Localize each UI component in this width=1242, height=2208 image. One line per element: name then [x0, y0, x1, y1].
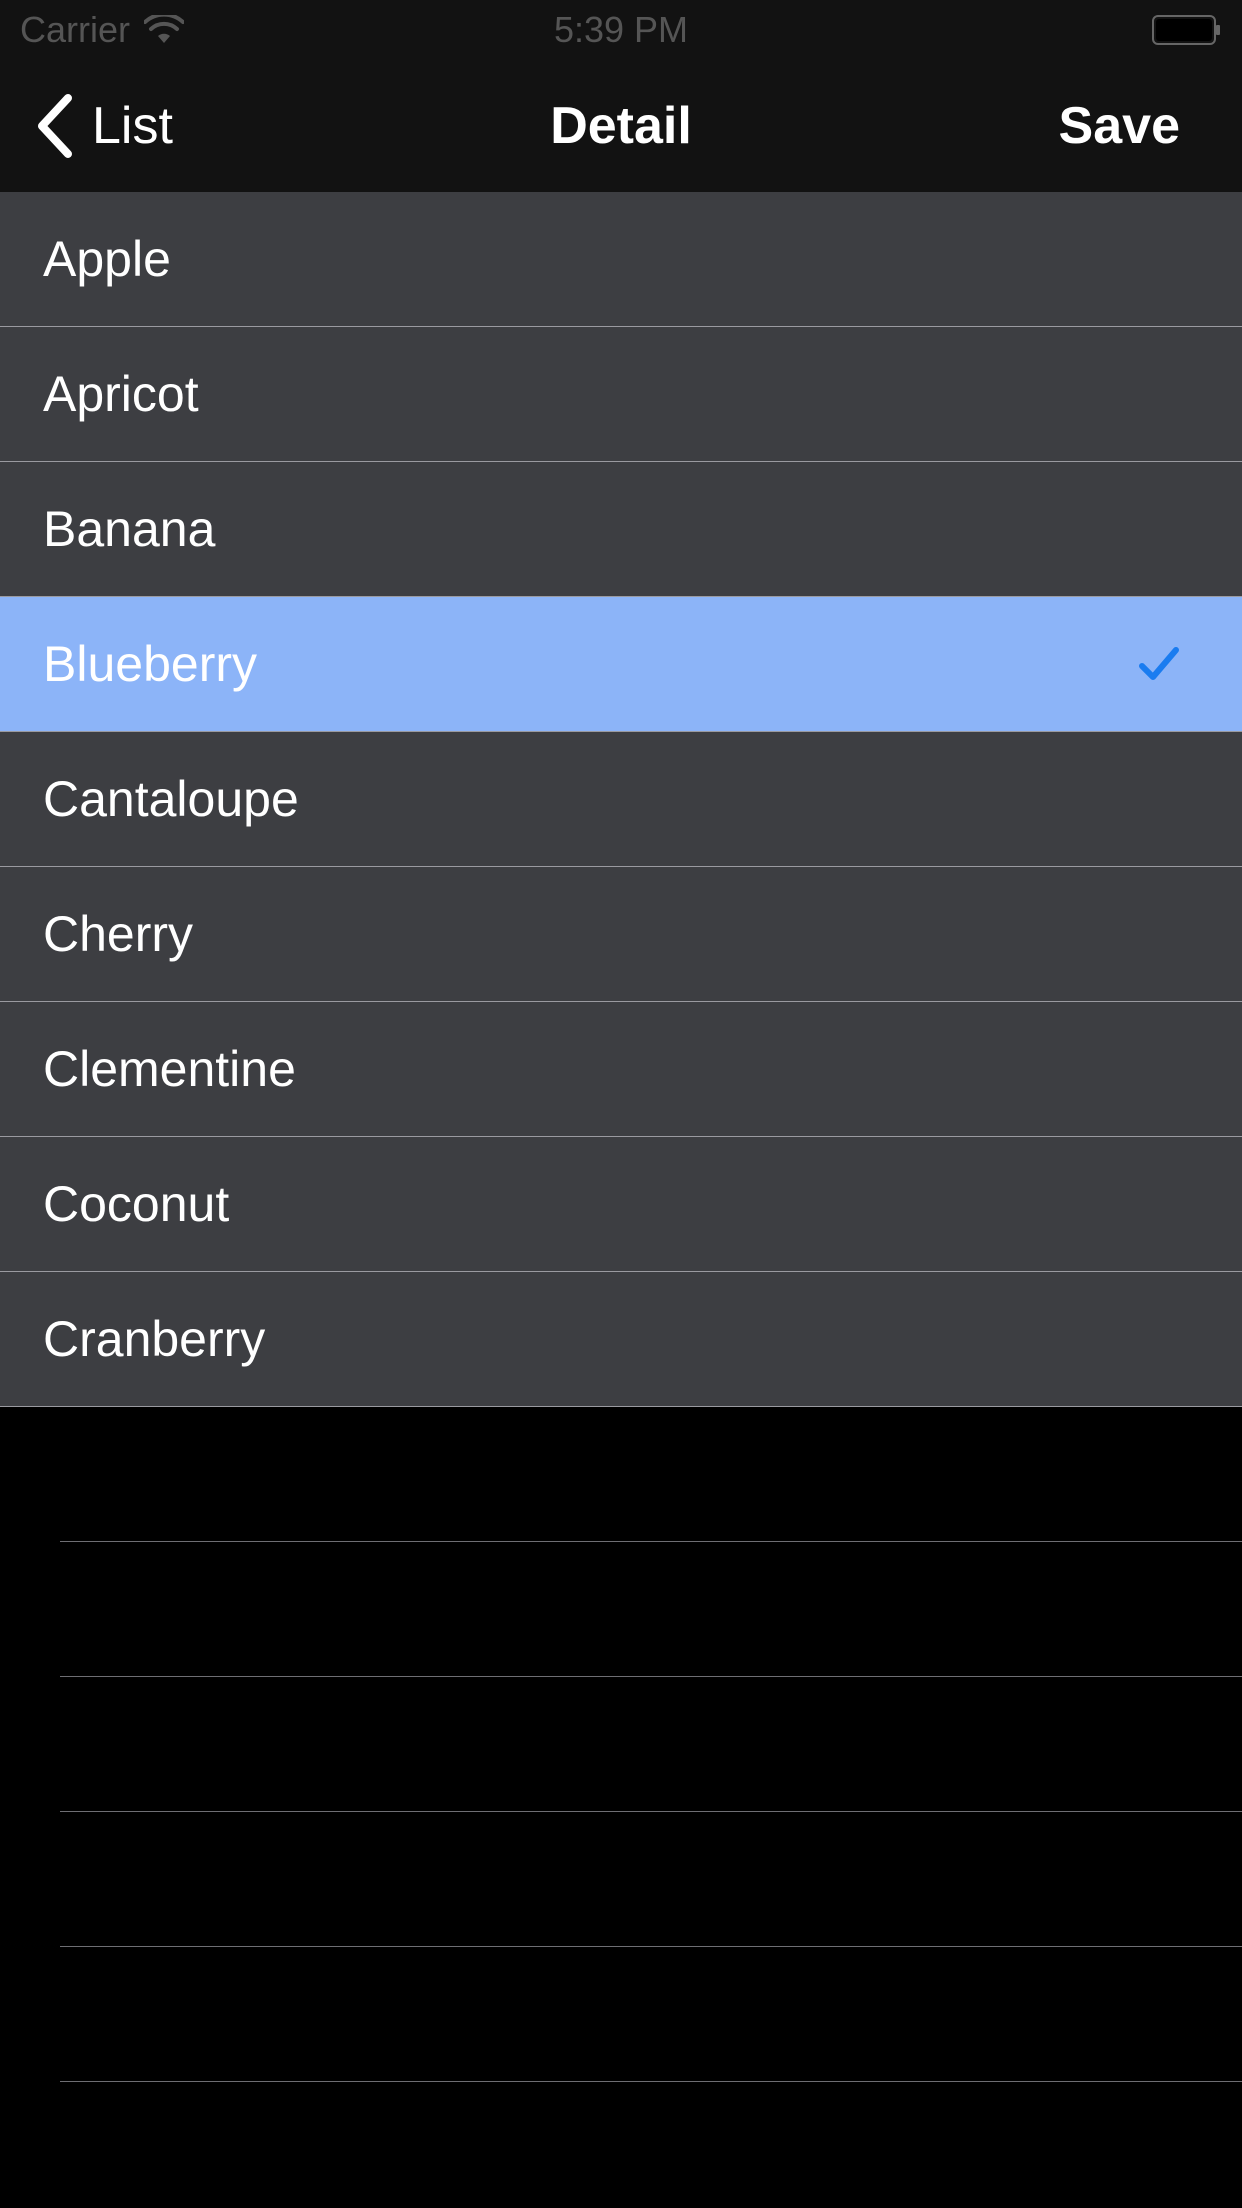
row-separator: [60, 1946, 1242, 1947]
list-item[interactable]: Blueberry: [0, 597, 1242, 732]
page-title: Detail: [550, 97, 692, 155]
list-item-label: Cantaloupe: [43, 771, 299, 827]
empty-table-area: [0, 1407, 1242, 2208]
list-item-label: Cranberry: [43, 1311, 266, 1367]
list-item[interactable]: Apple: [0, 192, 1242, 327]
battery-icon: [1152, 15, 1220, 45]
navigation-bar: List Detail Save: [0, 60, 1242, 192]
list-item-label: Cherry: [43, 906, 194, 962]
status-bar: Carrier 5:39 PM: [0, 0, 1242, 60]
list-item[interactable]: Cranberry: [0, 1272, 1242, 1407]
app-window: Carrier 5:39 PM List Detail Save Apple A…: [0, 0, 1242, 2208]
list-item[interactable]: Apricot: [0, 327, 1242, 462]
row-separator: [60, 1676, 1242, 1677]
status-time: 5:39 PM: [553, 9, 689, 50]
list-item-label: Coconut: [43, 1176, 230, 1232]
list-item-label: Banana: [43, 501, 216, 557]
save-button[interactable]: Save: [1059, 94, 1180, 158]
checkmark-icon: [1139, 647, 1179, 680]
list-item-label: Clementine: [43, 1041, 296, 1097]
row-separator: [60, 1541, 1242, 1542]
list-item[interactable]: Cherry: [0, 867, 1242, 1002]
list-item[interactable]: Cantaloupe: [0, 732, 1242, 867]
list-item[interactable]: Banana: [0, 462, 1242, 597]
list-item[interactable]: Coconut: [0, 1137, 1242, 1272]
list-item-label: Apple: [43, 231, 171, 287]
list-item-label: Apricot: [43, 366, 199, 422]
list-item[interactable]: Clementine: [0, 1002, 1242, 1137]
row-separator: [60, 1811, 1242, 1812]
row-separator: [60, 2081, 1242, 2082]
list-item-label: Blueberry: [43, 636, 257, 692]
fruit-list: Apple Apricot Banana Blueberry Cantaloup…: [0, 192, 1242, 1407]
